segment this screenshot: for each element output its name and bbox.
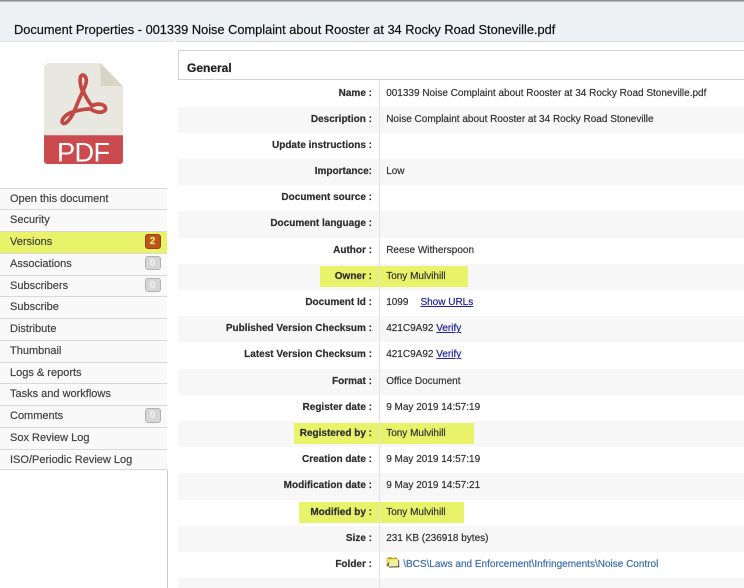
svg-text:PDF: PDF [57, 136, 110, 164]
